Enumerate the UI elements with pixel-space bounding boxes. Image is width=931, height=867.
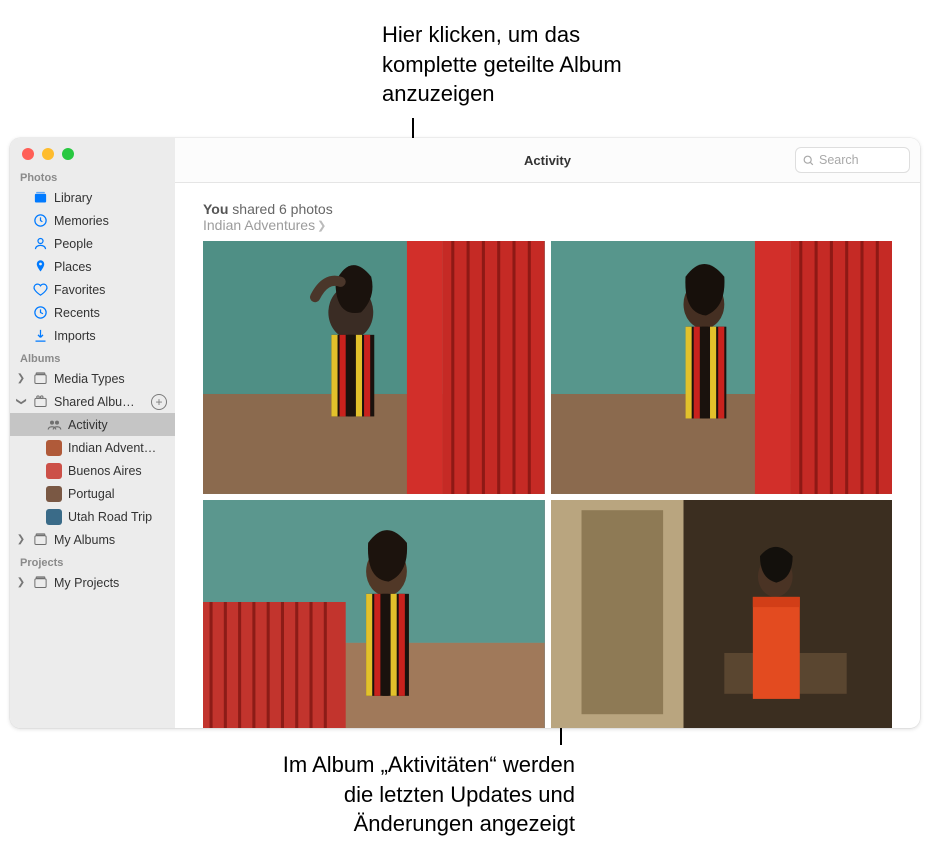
add-shared-album-button[interactable]: + [151,394,167,410]
share-header: You shared 6 photos Indian Adventures ❯ [203,201,892,235]
sidebar-item-label: Utah Road Trip [68,510,167,524]
recents-icon [32,305,48,321]
sidebar-item-label: My Albums [54,533,167,547]
window-controls [10,138,175,166]
sidebar-item-my-projects[interactable]: ❯ My Projects [10,571,175,594]
sidebar-section-projects: Projects [10,551,175,571]
sidebar-item-library[interactable]: Library [10,186,175,209]
sidebar-item-portugal[interactable]: Portugal [10,482,175,505]
shared-album-name: Indian Adventures [203,217,315,233]
photo-thumbnail[interactable] [551,241,893,494]
sidebar-item-label: Indian Advent… [68,441,167,455]
sidebar-item-my-albums[interactable]: ❯ My Albums [10,528,175,551]
chevron-right-icon[interactable]: ❯ [16,373,26,384]
share-who: You [203,201,228,217]
sidebar-item-label: People [54,237,167,251]
folder-icon [32,575,48,591]
activity-icon [46,417,62,433]
sidebar-item-memories[interactable]: Memories [10,209,175,232]
people-icon [32,236,48,252]
album-thumb [46,463,62,479]
photo-thumbnail[interactable] [203,500,545,728]
photo-grid [203,241,892,728]
sidebar-item-label: Library [54,191,167,205]
shared-folder-icon [32,394,48,410]
sidebar-section-photos: Photos [10,166,175,186]
photo-thumbnail[interactable] [203,241,545,494]
sidebar-item-label: Activity [68,418,167,432]
sidebar-item-media-types[interactable]: ❯ Media Types [10,367,175,390]
chevron-right-icon[interactable]: ❯ [16,534,26,545]
shared-album-link[interactable]: Indian Adventures ❯ [203,217,326,233]
sidebar-item-shared-albums[interactable]: ❯ Shared Albu… + [10,390,175,413]
photos-window: Photos Library Memories People Places [10,138,920,728]
sidebar-item-recents[interactable]: Recents [10,301,175,324]
sidebar-item-label: Memories [54,214,167,228]
sidebar-item-label: Recents [54,306,167,320]
album-thumb [46,509,62,525]
sidebar-item-favorites[interactable]: Favorites [10,278,175,301]
imports-icon [32,328,48,344]
photo-thumbnail[interactable] [551,500,893,728]
sidebar-item-buenos-aires[interactable]: Buenos Aires [10,459,175,482]
chevron-right-icon[interactable]: ❯ [16,577,26,588]
sidebar-item-utah-road-trip[interactable]: Utah Road Trip [10,505,175,528]
folder-icon [32,371,48,387]
sidebar-item-label: Imports [54,329,167,343]
sidebar-item-label: Favorites [54,283,167,297]
sidebar-section-albums: Albums [10,347,175,367]
library-icon [32,190,48,206]
minimize-window-button[interactable] [42,148,54,160]
folder-icon [32,532,48,548]
share-summary: You shared 6 photos [203,201,892,217]
album-thumb [46,486,62,502]
places-icon [32,259,48,275]
memories-icon [32,213,48,229]
chevron-right-icon: ❯ [317,219,326,232]
sidebar-item-label: Portugal [68,487,167,501]
fullscreen-window-button[interactable] [62,148,74,160]
album-thumb [46,440,62,456]
close-window-button[interactable] [22,148,34,160]
sidebar-item-indian-adventures[interactable]: Indian Advent… [10,436,175,459]
sidebar-item-label: My Projects [54,576,167,590]
search-field[interactable]: Search [795,147,910,173]
sidebar-item-people[interactable]: People [10,232,175,255]
toolbar: Activity Search [175,138,920,183]
sidebar: Photos Library Memories People Places [10,138,175,728]
main-content: Activity Search You shared 6 photos Indi… [175,138,920,728]
search-placeholder: Search [819,153,859,167]
chevron-down-icon[interactable]: ❯ [16,397,27,407]
activity-feed[interactable]: You shared 6 photos Indian Adventures ❯ [175,183,920,728]
sidebar-item-imports[interactable]: Imports [10,324,175,347]
sidebar-item-label: Places [54,260,167,274]
sidebar-item-places[interactable]: Places [10,255,175,278]
search-icon [802,154,815,167]
sidebar-item-label: Media Types [54,372,167,386]
share-action: shared 6 photos [232,201,332,217]
favorites-icon [32,282,48,298]
sidebar-item-activity[interactable]: Activity [10,413,175,436]
sidebar-item-label: Buenos Aires [68,464,167,478]
annotation-bottom: Im Album „Aktivitäten“ werden die letzte… [255,750,575,839]
annotation-top: Hier klicken, um das komplette geteilte … [382,20,662,109]
